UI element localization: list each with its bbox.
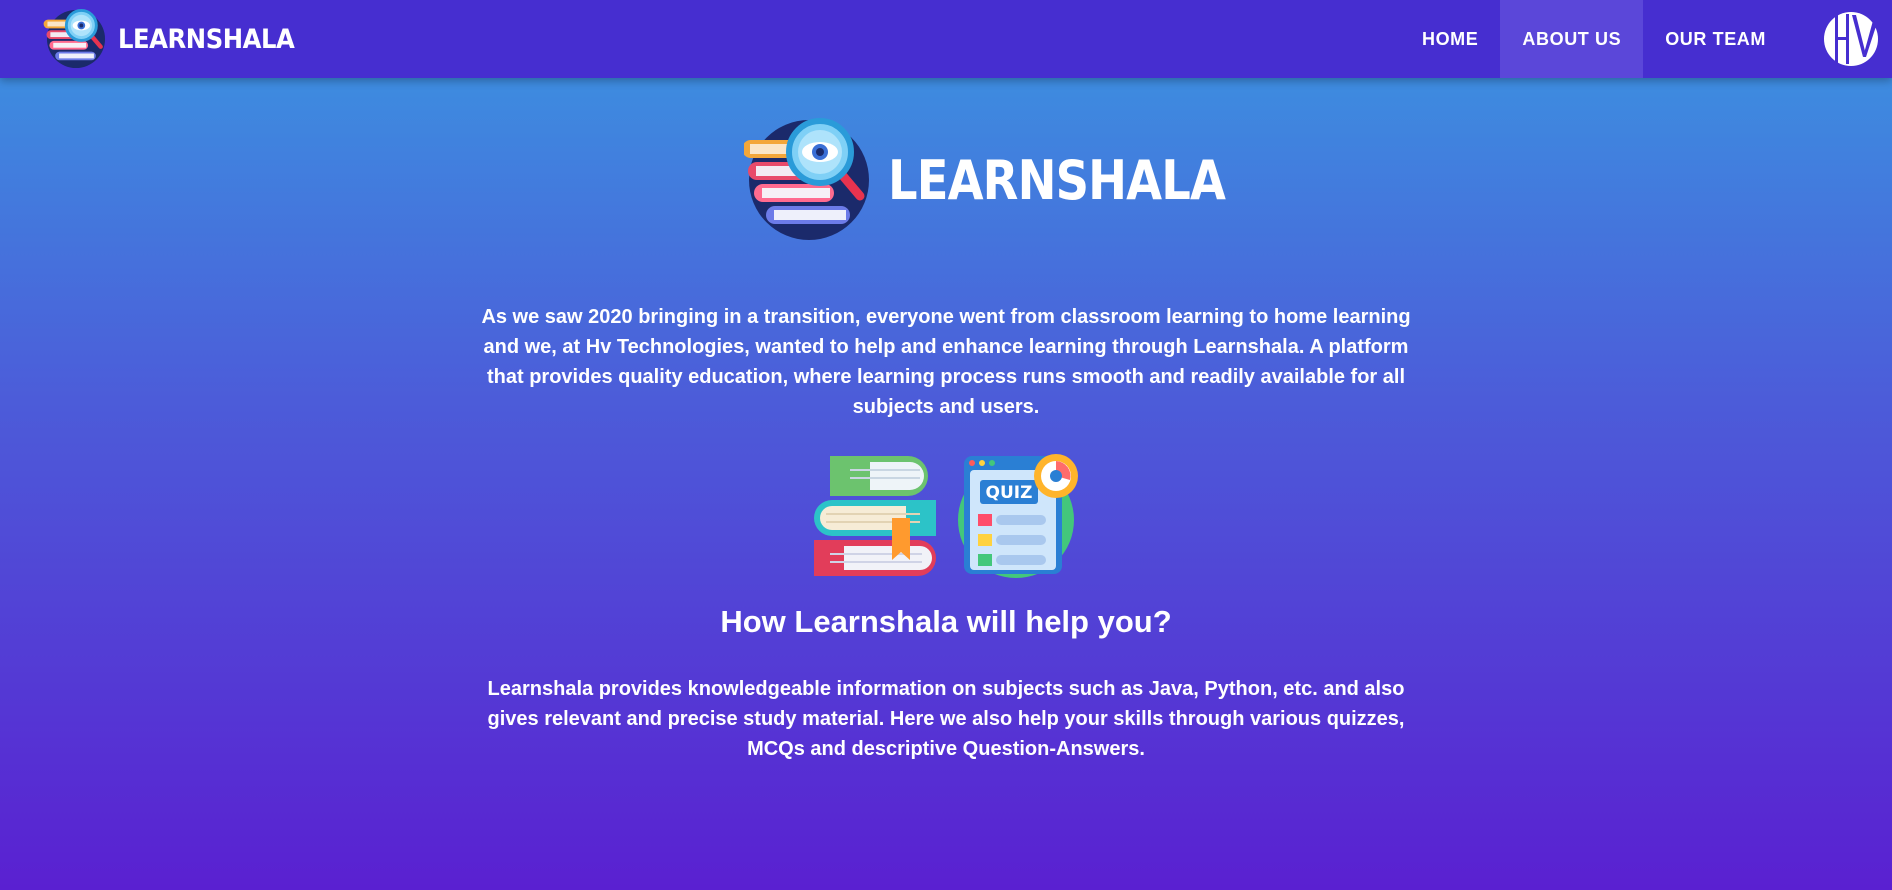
books-magnifier-icon [43, 9, 106, 69]
nav-home-link[interactable]: HOME [1400, 0, 1500, 78]
brand-link[interactable]: LEARNSHALA [42, 8, 314, 70]
help-paragraph: Learnshala provides knowledgeable inform… [487, 678, 1405, 760]
book-stack-icon [814, 456, 936, 576]
help-heading: How Learnshala will help you? [720, 604, 1172, 639]
nav-about-us-link[interactable]: ABOUT US [1500, 0, 1644, 78]
svg-text:QUIZ: QUIZ [986, 483, 1033, 503]
nav-our-team-link[interactable]: OUR TEAM [1643, 0, 1788, 78]
intro-paragraph: As we saw 2020 bringing in a transition,… [481, 306, 1411, 418]
hv-logo[interactable] [1822, 11, 1880, 67]
main-nav: HOME ABOUT US OUR TEAM [1400, 0, 1788, 78]
quiz-icon: QUIZ [958, 454, 1078, 578]
hero-title: LEARNSHALA [888, 148, 1226, 212]
navbar: LEARNSHALA HOME ABOUT US OUR TEAM [0, 0, 1892, 78]
illustrations: QUIZ [810, 452, 1086, 580]
hero-brand: LEARNSHALA [744, 118, 1280, 242]
brand-name: LEARNSHALA [118, 23, 295, 55]
books-magnifier-icon [744, 118, 869, 240]
